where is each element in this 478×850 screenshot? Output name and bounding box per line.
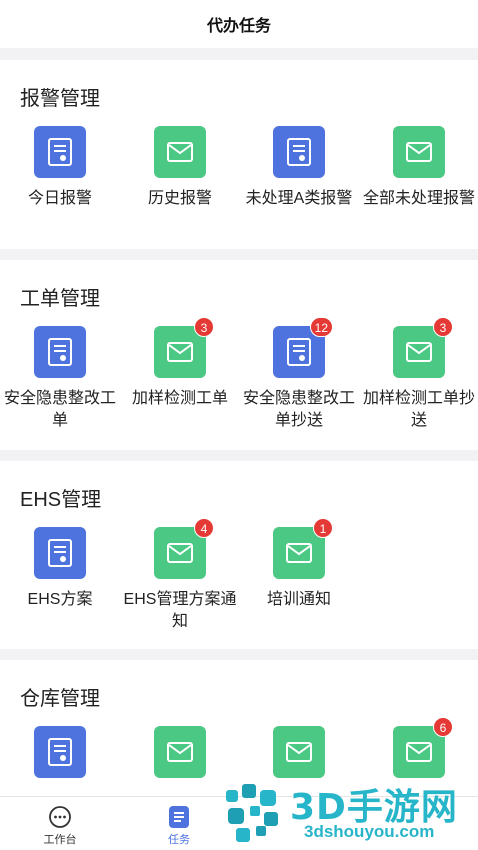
- grid-item[interactable]: 12 安全隐患整改工单抄送: [239, 317, 359, 432]
- grid-item[interactable]: [239, 726, 359, 778]
- mail-icon: [393, 126, 445, 178]
- grid-item[interactable]: 全部未处理报警: [359, 126, 478, 210]
- grid-item[interactable]: 3 加样检测工单: [120, 317, 240, 410]
- section-work-order-management: 工单管理 安全隐患整改工单 3 加样检测工单 12 安全隐患整改工单抄送 3 加样检测…: [0, 260, 478, 450]
- notification-badge: 6: [433, 717, 453, 737]
- chat-icon: [49, 806, 71, 828]
- section-title: 仓库管理: [20, 688, 100, 710]
- task-list-icon: [169, 806, 189, 828]
- tab-tasks[interactable]: 任务: [119, 797, 239, 850]
- watermark: 3D手游网 3dshouyou.com: [222, 772, 478, 850]
- tab-label: 任务: [168, 834, 190, 846]
- document-icon: [34, 527, 86, 579]
- notification-badge: 3: [433, 317, 453, 337]
- mail-icon: [273, 726, 325, 778]
- mail-icon: [154, 726, 206, 778]
- item-label: 历史报警: [147, 190, 212, 207]
- tab-workbench[interactable]: 工作台: [0, 797, 120, 850]
- notification-badge: 12: [309, 317, 333, 337]
- section-title: EHS管理: [20, 489, 102, 511]
- mail-icon: 4: [154, 518, 214, 579]
- mail-icon: 3: [154, 317, 214, 378]
- item-label: 未处理A类报警: [245, 190, 353, 207]
- icon-grid: 安全隐患整改工单 3 加样检测工单 12 安全隐患整改工单抄送 3 加样检测工单抄送: [0, 317, 478, 456]
- grid-item[interactable]: [0, 726, 120, 778]
- mail-icon: 1: [273, 518, 333, 579]
- icon-grid: 今日报警 历史报警 未处理A类报警 全部未处理报警: [0, 126, 478, 256]
- tab-label: 工作台: [43, 834, 77, 846]
- page-title: 代办任务: [206, 18, 271, 35]
- grid-item[interactable]: 6: [359, 717, 478, 778]
- item-label: 安全隐患整改工单抄送: [242, 390, 355, 429]
- grid-item[interactable]: 4 EHS管理方案通知: [120, 518, 240, 633]
- document-icon: [34, 126, 86, 178]
- document-icon: 12: [273, 317, 333, 378]
- mail-icon: 3: [393, 317, 453, 378]
- item-label: 今日报警: [27, 190, 92, 207]
- item-label: 加样检测工单抄送: [362, 390, 475, 429]
- grid-item[interactable]: EHS方案: [0, 527, 120, 611]
- notification-badge: 1: [313, 518, 333, 538]
- grid-item[interactable]: 3 加样检测工单抄送: [359, 317, 478, 432]
- grid-item[interactable]: [120, 726, 240, 778]
- section-title: 报警管理: [20, 88, 100, 110]
- document-icon: [34, 326, 86, 378]
- watermark-url: 3dshouyou.com: [304, 822, 435, 841]
- item-label: EHS方案: [27, 591, 93, 608]
- item-label: EHS管理方案通知: [123, 591, 237, 630]
- watermark-logo-icon: [226, 784, 278, 842]
- grid-item[interactable]: 未处理A类报警: [239, 126, 359, 210]
- section-title: 工单管理: [20, 288, 100, 310]
- mail-icon: 6: [393, 717, 453, 778]
- mail-icon: [154, 126, 206, 178]
- grid-item[interactable]: 今日报警: [0, 126, 120, 210]
- item-label: 全部未处理报警: [362, 190, 475, 207]
- section-ehs-management: EHS管理 EHS方案 4 EHS管理方案通知 1 培训通知: [0, 461, 478, 649]
- item-label: 加样检测工单: [131, 390, 228, 407]
- section-alarm-management: 报警管理 今日报警 历史报警 未处理A类报警 全部未处理报警: [0, 60, 478, 249]
- document-icon: [273, 126, 325, 178]
- icon-grid: EHS方案 4 EHS管理方案通知 1 培训通知: [0, 518, 478, 657]
- item-label: 培训通知: [266, 591, 331, 608]
- notification-badge: 3: [194, 317, 214, 337]
- item-label: 安全隐患整改工单: [3, 390, 116, 429]
- grid-item[interactable]: 历史报警: [120, 126, 240, 210]
- notification-badge: 4: [194, 518, 214, 538]
- header-bar: 代办任务: [0, 0, 478, 48]
- grid-item[interactable]: 1 培训通知: [239, 518, 359, 611]
- document-icon: [34, 726, 86, 778]
- grid-item[interactable]: 安全隐患整改工单: [0, 326, 120, 432]
